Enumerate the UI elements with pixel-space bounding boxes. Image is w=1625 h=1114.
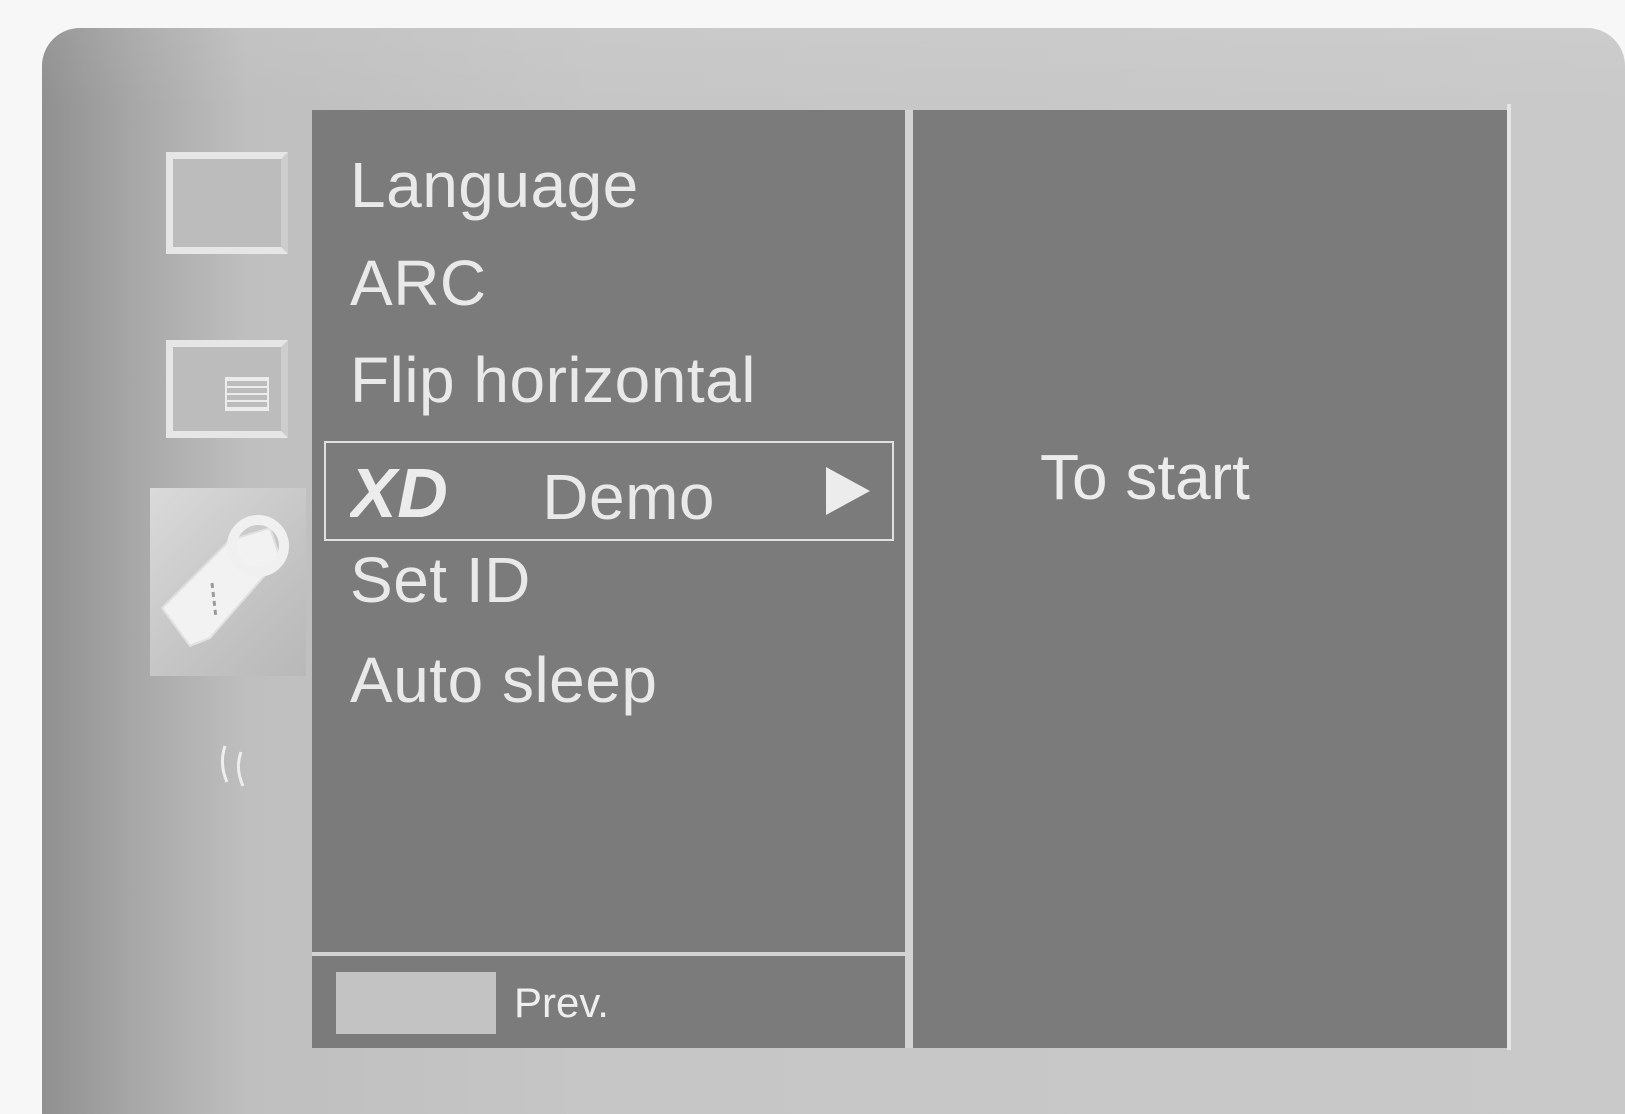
screen-icon[interactable]	[166, 152, 288, 254]
svg-text:XD: XD	[350, 461, 448, 523]
menu-item-label: Auto sleep	[350, 644, 658, 717]
menu-item-flip-horizontal[interactable]: Flip horizontal	[350, 330, 756, 420]
menu-list-icon[interactable]	[166, 340, 288, 438]
list-lines-icon	[225, 377, 269, 411]
menu-item-set-id[interactable]: Set ID	[350, 530, 531, 620]
option-tool-icon[interactable]	[150, 488, 306, 676]
sound-wave-icon	[220, 745, 245, 787]
tag-icon	[160, 515, 289, 648]
menu-item-arc[interactable]: ARC	[350, 233, 487, 323]
detail-panel-edge	[1507, 104, 1511, 1050]
detail-panel	[913, 110, 1507, 1048]
menu-item-label: Set ID	[350, 544, 531, 617]
prev-button[interactable]	[336, 972, 496, 1034]
option-menu: Language ARC Flip horizontal XD Demo Set…	[312, 110, 905, 952]
menu-item-label: Demo	[542, 461, 715, 534]
menu-item-auto-sleep[interactable]: Auto sleep	[350, 630, 657, 720]
triangle-right-icon	[826, 467, 870, 515]
menu-item-label: Language	[350, 149, 639, 222]
xd-logo-icon: XD	[350, 461, 448, 523]
menu-item-language[interactable]: Language	[350, 135, 639, 225]
menu-item-xd-demo[interactable]: XD Demo	[324, 441, 894, 541]
menu-item-label: Flip horizontal	[350, 344, 756, 417]
menu-footer: Prev.	[312, 956, 905, 1048]
prev-label: Prev.	[514, 979, 609, 1026]
menu-item-label: ARC	[350, 247, 487, 320]
detail-hint: To start	[1040, 441, 1250, 513]
sound-icon[interactable]	[215, 736, 275, 796]
panel-divider	[905, 110, 913, 1048]
